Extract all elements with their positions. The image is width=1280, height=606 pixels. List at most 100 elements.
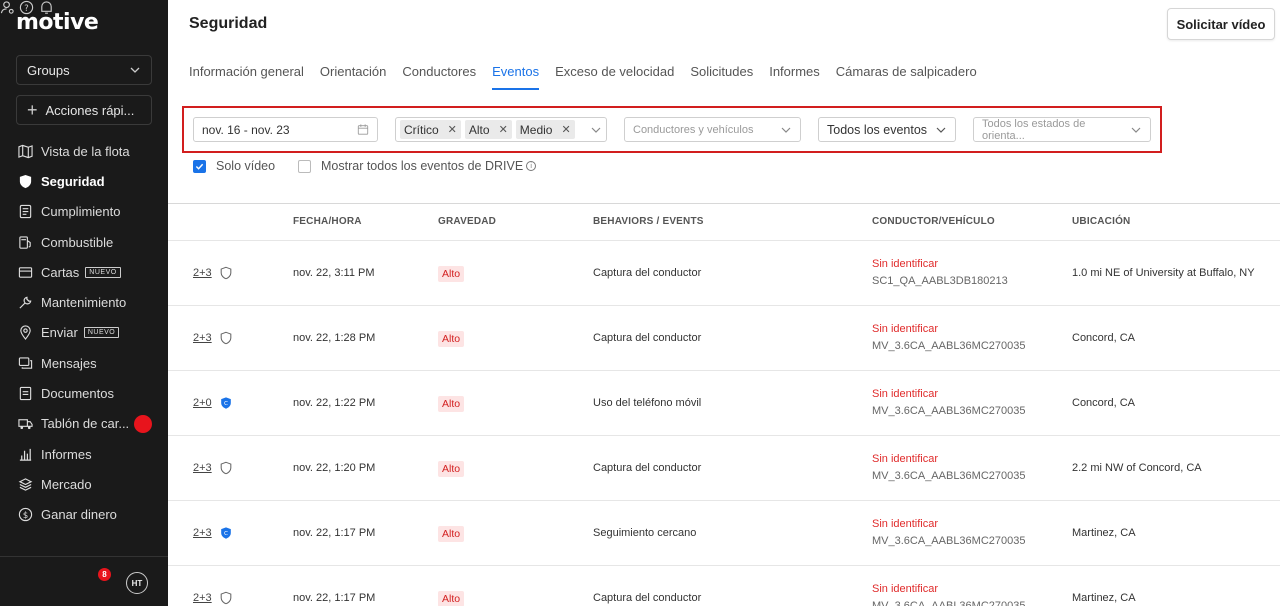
user-settings-icon[interactable] (0, 1, 15, 19)
sidebar-item-documents[interactable]: Documentos (0, 378, 168, 408)
sidebar-item-cards[interactable]: Cartas NUEVO (0, 257, 168, 287)
event-count-link[interactable]: 2+3 (193, 462, 212, 474)
sidebar-item-label: Cumplimiento (41, 204, 121, 220)
checkbox-unchecked-icon[interactable] (298, 159, 311, 173)
drivers-placeholder: Conductores y vehículos (633, 123, 754, 136)
chevron-down-icon (780, 124, 792, 136)
table-row[interactable]: 2+3 nov. 22, 1:20 PM Alto Captura del condu… (168, 435, 1280, 500)
severity-badge: Alto (438, 526, 465, 542)
card-icon (17, 264, 33, 280)
event-count-link[interactable]: 2+0 (193, 397, 212, 409)
notification-dot (134, 414, 152, 433)
event-count-link[interactable]: 2+3 (193, 267, 212, 279)
events-type-select[interactable]: Todos los eventos (818, 117, 956, 142)
new-badge: NUEVO (83, 327, 120, 339)
table-row[interactable]: 2+3 nov. 22, 1:17 PM Alto Captura del condu… (168, 565, 1280, 606)
tab-events[interactable]: Eventos (492, 60, 540, 90)
table-row[interactable]: 2+3 Cnov. 22, 1:17 PM Alto Seguimiento cerc… (168, 500, 1280, 565)
info-icon[interactable]: i (526, 161, 537, 171)
avatar[interactable]: HT (126, 572, 148, 594)
event-location: Martinez, CA (1072, 527, 1136, 539)
sidebar-item-label: Mensajes (41, 355, 97, 371)
sidebar-item-earn-money[interactable]: $ Ganar dinero (0, 500, 168, 530)
driver-name-link[interactable]: Sin identificar (872, 388, 938, 400)
sidebar-item-fuel[interactable]: Combustible (0, 227, 168, 257)
driver-name-link[interactable]: Sin identificar (872, 323, 938, 335)
sidebar-nav: Vista de la flota Seguridad Cumplimiento… (0, 136, 168, 530)
sidebar-item-security[interactable]: Seguridad (0, 166, 168, 196)
tab-drivers[interactable]: Conductores (402, 60, 476, 90)
remove-chip-icon[interactable]: ✕ (448, 123, 457, 136)
events-value: Todos los eventos (827, 122, 928, 137)
tab-speeding[interactable]: Exceso de velocidad (555, 60, 674, 90)
coaching-placeholder: Todos los estados de orienta... (982, 117, 1086, 142)
severity-chip: Alto ✕ (464, 120, 512, 139)
driver-name-link[interactable]: Sin identificar (872, 518, 938, 530)
shield-icon (219, 266, 233, 280)
sidebar-item-messages[interactable]: Mensajes (0, 348, 168, 378)
sidebar-item-dispatch[interactable]: Enviar NUEVO (0, 318, 168, 348)
checkbox-checked-icon[interactable] (193, 159, 206, 173)
chip-label: Crítico (404, 122, 439, 137)
coached-shield-icon: C (219, 396, 233, 410)
vehicle-id: MV_3.6CA_AABL36MC270035 (872, 405, 1026, 417)
groups-dropdown[interactable]: Groups (16, 55, 152, 85)
table-row[interactable]: 2+3 nov. 22, 3:11 PM Alto Captura del condu… (168, 240, 1280, 305)
column-header-location[interactable]: UBICACIÓN (1072, 216, 1130, 227)
table-row[interactable]: 2+3 nov. 22, 1:28 PM Alto Captura del condu… (168, 305, 1280, 370)
sidebar-item-label: Enviar (41, 325, 78, 341)
sidebar-item-compliance[interactable]: Cumplimiento (0, 197, 168, 227)
messages-icon (17, 355, 33, 371)
calendar-icon (357, 124, 369, 136)
driver-name-link[interactable]: Sin identificar (872, 258, 938, 270)
sidebar-item-marketplace[interactable]: Mercado (0, 469, 168, 499)
column-header-driver-vehicle[interactable]: CONDUCTOR/VEHÍCULO (872, 216, 995, 227)
column-header-behaviors[interactable]: BEHAVIORS / EVENTS (593, 216, 704, 227)
tab-overview[interactable]: Información general (189, 60, 304, 90)
event-behavior: Captura del conductor (593, 267, 702, 279)
tab-coaching[interactable]: Orientación (320, 60, 386, 90)
event-count-link[interactable]: 2+3 (193, 592, 212, 604)
remove-chip-icon[interactable]: ✕ (499, 123, 508, 136)
column-header-severity[interactable]: GRAVEDAD (438, 216, 496, 227)
sidebar-item-label: Tablón de car... (41, 416, 130, 432)
drivers-vehicles-select[interactable]: Conductores y vehículos (624, 117, 801, 142)
severity-select[interactable]: Crítico ✕ Alto ✕ Medio ✕ (395, 117, 607, 142)
tab-reports[interactable]: Informes (769, 60, 820, 90)
driver-name-link[interactable]: Sin identificar (872, 453, 938, 465)
table-row[interactable]: 2+0 Cnov. 22, 1:22 PM Alto Uso del teléfono… (168, 370, 1280, 435)
date-range-picker[interactable]: nov. 16 - nov. 23 (193, 117, 378, 142)
truck-icon (17, 416, 33, 432)
severity-badge: Alto (438, 396, 465, 412)
event-datetime: nov. 22, 1:20 PM (293, 462, 376, 474)
column-header-datetime[interactable]: FECHA/HORA (293, 216, 362, 227)
event-location: Martinez, CA (1072, 592, 1136, 604)
shield-icon (219, 591, 233, 605)
request-video-button[interactable]: Solicitar vídeo (1167, 8, 1275, 40)
sidebar-item-fleet-view[interactable]: Vista de la flota (0, 136, 168, 166)
driver-name-link[interactable]: Sin identificar (872, 583, 938, 595)
coaching-status-select[interactable]: Todos los estados de orienta... (973, 117, 1151, 142)
tab-requests[interactable]: Solicitudes (690, 60, 753, 90)
event-count-link[interactable]: 2+3 (193, 527, 212, 539)
sidebar-item-reports[interactable]: Informes (0, 439, 168, 469)
sidebar: motive Groups + Acciones rápi... Vista d… (0, 0, 168, 606)
event-location: Concord, CA (1072, 332, 1135, 344)
chart-icon (17, 446, 33, 462)
video-only-checkbox[interactable]: Solo vídeo (193, 159, 275, 173)
show-drive-events-checkbox[interactable]: Mostrar todos los eventos de DRIVE i (298, 159, 537, 173)
show-drive-label: Mostrar todos los eventos de DRIVE (321, 159, 524, 173)
new-badge: NUEVO (85, 266, 121, 278)
sidebar-item-load-board[interactable]: Tablón de car... (0, 409, 168, 439)
remove-chip-icon[interactable]: ✕ (561, 123, 570, 136)
sidebar-item-label: Mantenimiento (41, 295, 127, 311)
motive-logo[interactable]: motive (16, 10, 99, 35)
event-count-link[interactable]: 2+3 (193, 332, 212, 344)
quick-actions-label: Acciones rápi... (45, 102, 135, 118)
sidebar-item-label: Ganar dinero (41, 507, 117, 523)
tab-dashcams[interactable]: Cámaras de salpicadero (836, 60, 977, 90)
event-datetime: nov. 22, 1:22 PM (293, 397, 376, 409)
quick-actions-button[interactable]: + Acciones rápi... (16, 95, 152, 125)
sidebar-item-maintenance[interactable]: Mantenimiento (0, 287, 168, 317)
shield-icon (17, 173, 33, 189)
